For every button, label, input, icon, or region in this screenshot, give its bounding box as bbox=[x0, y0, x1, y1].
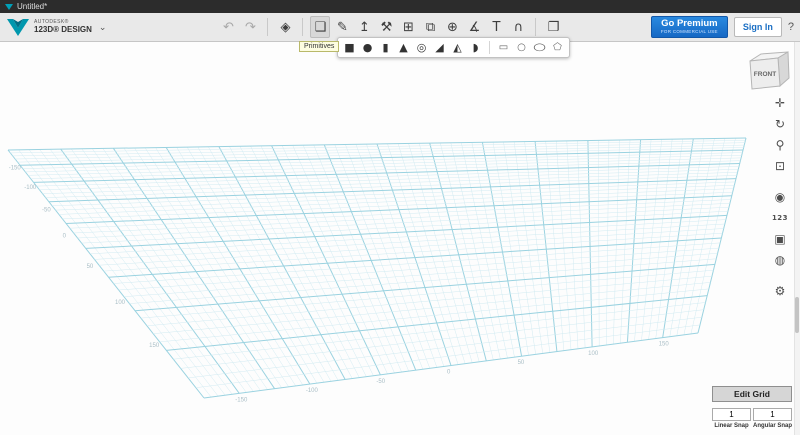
toolbar-separator bbox=[535, 18, 536, 36]
cylinder-icon[interactable]: ▮ bbox=[378, 40, 393, 55]
svg-text:150: 150 bbox=[659, 342, 670, 348]
flyout-separator bbox=[489, 41, 490, 54]
svg-text:0: 0 bbox=[63, 234, 67, 240]
view-cube[interactable]: FRONT bbox=[744, 48, 792, 96]
svg-text:-100: -100 bbox=[306, 388, 319, 394]
box-icon[interactable]: ■ bbox=[342, 40, 357, 55]
snap-icon[interactable]: ∩ bbox=[508, 16, 528, 38]
navigation-toolbar: ✛ ↻ ⚲ ⊡ ◉ 123 ▣ ◍ ⚙ bbox=[772, 96, 788, 298]
polygon-icon[interactable]: ⬠ bbox=[550, 40, 565, 55]
linear-snap-label: Linear Snap bbox=[712, 423, 751, 429]
svg-text:0: 0 bbox=[447, 370, 451, 376]
sketch-icon[interactable]: ✎ bbox=[332, 16, 352, 38]
go-premium-button[interactable]: Go Premium FOR COMMERCIAL USE bbox=[651, 16, 728, 37]
svg-text:50: 50 bbox=[87, 264, 94, 270]
chevron-down-icon: ⌄ bbox=[99, 22, 107, 33]
grouping-icon[interactable]: ⧉ bbox=[420, 16, 440, 38]
snapshot-icon[interactable]: ▣ bbox=[772, 232, 788, 246]
combine-icon[interactable]: ⊕ bbox=[442, 16, 462, 38]
help-button[interactable]: ? bbox=[788, 21, 794, 33]
svg-text:-100: -100 bbox=[24, 185, 37, 191]
view-block-icon[interactable]: ❐ bbox=[543, 16, 563, 38]
viewcube-front-label: FRONT bbox=[754, 71, 776, 78]
circle-icon[interactable]: ○ bbox=[514, 40, 529, 55]
undo-icon[interactable]: ↶ bbox=[218, 16, 238, 38]
svg-text:-50: -50 bbox=[376, 379, 385, 385]
orbit-icon[interactable]: ↻ bbox=[772, 117, 788, 131]
svg-text:50: 50 bbox=[518, 360, 525, 366]
toolbar-separator bbox=[267, 18, 268, 36]
svg-text:100: 100 bbox=[588, 351, 599, 357]
linear-snap-input[interactable] bbox=[712, 408, 751, 421]
text-icon[interactable]: T bbox=[486, 16, 506, 38]
svg-text:100: 100 bbox=[115, 300, 126, 306]
viewport[interactable]: -150 -150 -100 -100 -50 -50 0 0 50 50 100 100 150 150… bbox=[0, 42, 800, 435]
autodesk-logo-icon bbox=[5, 4, 13, 10]
fit-view-icon[interactable]: ⊡ bbox=[772, 159, 788, 173]
svg-text:-150: -150 bbox=[9, 165, 22, 171]
scrollbar[interactable] bbox=[794, 42, 800, 435]
angular-snap-label: Angular Snap bbox=[753, 423, 792, 429]
modify-icon[interactable]: ⚒ bbox=[376, 16, 396, 38]
ellipse-icon[interactable]: ○ bbox=[528, 40, 551, 55]
scrollbar-thumb[interactable] bbox=[795, 297, 799, 333]
visibility-icon[interactable]: ◉ bbox=[772, 190, 788, 204]
zoom-icon[interactable]: ⚲ bbox=[772, 138, 788, 152]
svg-text:-150: -150 bbox=[235, 397, 248, 403]
pan-icon[interactable]: ✛ bbox=[772, 96, 788, 110]
edit-grid-button[interactable]: Edit Grid bbox=[712, 386, 792, 402]
hemisphere-icon[interactable]: ◗ bbox=[468, 40, 483, 55]
svg-text:-50: -50 bbox=[42, 208, 51, 214]
measure-icon[interactable]: ∡ bbox=[464, 16, 484, 38]
wedge-icon[interactable]: ◢ bbox=[432, 40, 447, 55]
transform-icon[interactable]: ◈ bbox=[275, 16, 295, 38]
construct-icon[interactable]: ↥ bbox=[354, 16, 374, 38]
app-menu[interactable]: AUTODESK® 123D® DESIGN ⌄ bbox=[6, 17, 106, 37]
go-premium-sublabel: FOR COMMERCIAL USE bbox=[661, 30, 718, 35]
toolbar-separator bbox=[302, 18, 303, 36]
grid-canvas[interactable]: -150 -150 -100 -100 -50 -50 0 0 50 50 100 100 150 150 bbox=[0, 42, 800, 435]
sphere-icon[interactable]: ● bbox=[360, 40, 375, 55]
torus-icon[interactable]: ◎ bbox=[414, 40, 429, 55]
sign-in-button[interactable]: Sign In bbox=[734, 17, 782, 37]
svg-text:150: 150 bbox=[149, 343, 160, 349]
primitives-icon[interactable]: ❑ bbox=[310, 16, 330, 38]
titlebar: Untitled* bbox=[0, 0, 800, 13]
grid-numbers-icon[interactable]: 123 bbox=[772, 211, 788, 225]
redo-icon[interactable]: ↷ bbox=[240, 16, 260, 38]
pattern-icon[interactable]: ⊞ bbox=[398, 16, 418, 38]
tools-icon[interactable]: ⚙ bbox=[772, 284, 788, 298]
primitives-tooltip: Primitives bbox=[299, 41, 339, 52]
material-icon[interactable]: ◍ bbox=[772, 253, 788, 267]
grid-settings-panel: Edit Grid Linear Snap Angular Snap bbox=[712, 384, 792, 429]
window-title: Untitled* bbox=[17, 2, 47, 11]
brand-product: 123D® DESIGN bbox=[34, 26, 92, 34]
app-window: Untitled* AUTODESK® 123D® DESIGN ⌄ ↶ ↷ ◈… bbox=[0, 0, 800, 435]
pyramid-icon[interactable]: ◭ bbox=[450, 40, 465, 55]
rectangle-icon[interactable]: ▭ bbox=[496, 40, 511, 55]
angular-snap-input[interactable] bbox=[753, 408, 792, 421]
cone-icon[interactable]: ▲ bbox=[396, 40, 411, 55]
primitives-flyout: ■ ● ▮ ▲ ◎ ◢ ◭ ◗ ▭ ○ ○ ⬠ bbox=[337, 37, 570, 58]
123d-logo-icon bbox=[6, 17, 30, 37]
